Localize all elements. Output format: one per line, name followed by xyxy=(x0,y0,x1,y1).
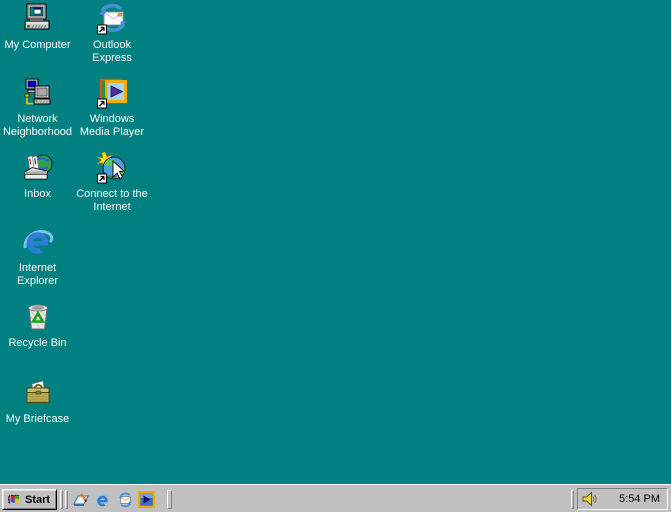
media-player-icon xyxy=(137,491,155,508)
taskbar: Start 5:54 PM xyxy=(0,484,671,512)
show-desktop-icon xyxy=(73,492,89,506)
icon-label: Connect to the Internet xyxy=(76,188,148,213)
volume-icon[interactable] xyxy=(581,491,597,507)
desktop-icon-internet-explorer[interactable]: Internet Explorer xyxy=(0,226,75,288)
toolbar-drag-handle[interactable] xyxy=(167,490,172,509)
toolbar-drag-handle[interactable] xyxy=(571,490,574,509)
outlook-express-icon xyxy=(97,3,127,35)
desktop: My Computer Network Neighborhood Inbox I… xyxy=(0,0,671,512)
icon-label: Outlook Express xyxy=(92,39,132,64)
quicklaunch-media-player-button[interactable] xyxy=(137,491,155,508)
desktop-icon-network-neighborhood[interactable]: Network Neighborhood xyxy=(0,77,75,139)
desktop-icon-inbox[interactable]: Inbox xyxy=(0,152,75,201)
briefcase-icon xyxy=(26,380,49,403)
system-tray: 5:54 PM xyxy=(577,488,668,510)
connect-internet-icon xyxy=(96,152,126,184)
taskbar-clock[interactable]: 5:54 PM xyxy=(619,493,660,505)
toolbar-drag-handle[interactable] xyxy=(65,490,68,509)
windows-flag-icon xyxy=(8,494,20,504)
quicklaunch-outlook-express-button[interactable] xyxy=(116,491,134,508)
desktop-icon-connect-to-the-internet[interactable]: Connect to the Internet xyxy=(72,152,152,214)
icon-label: Windows Media Player xyxy=(79,113,145,138)
desktop-icon-my-briefcase[interactable]: My Briefcase xyxy=(0,377,75,426)
inbox-icon xyxy=(24,154,52,180)
desktop-icon-windows-media-player[interactable]: Windows Media Player xyxy=(72,77,152,139)
outlook-express-icon xyxy=(118,492,132,507)
quicklaunch-show-desktop-button[interactable] xyxy=(72,491,90,508)
internet-explorer-icon xyxy=(23,230,53,254)
recycle-bin-icon xyxy=(27,304,48,330)
desktop-icon-my-computer[interactable]: My Computer xyxy=(0,3,75,52)
desktop-icon-outlook-express[interactable]: Outlook Express xyxy=(72,3,152,65)
internet-explorer-icon xyxy=(95,493,109,506)
icon-label: Internet Explorer xyxy=(17,262,58,287)
desktop-icon-recycle-bin[interactable]: Recycle Bin xyxy=(0,301,75,350)
toolbar-drag-handle[interactable] xyxy=(60,490,63,509)
media-player-icon xyxy=(97,78,127,109)
quicklaunch-internet-explorer-button[interactable] xyxy=(94,491,112,508)
start-button[interactable]: Start xyxy=(2,489,57,510)
network-neighborhood-icon xyxy=(24,78,50,105)
start-button-label: Start xyxy=(25,493,51,506)
icon-label: My Briefcase xyxy=(5,413,70,425)
icon-label: Inbox xyxy=(24,188,51,200)
icon-label: My Computer xyxy=(4,39,71,51)
icon-label: Recycle Bin xyxy=(8,337,67,349)
icon-label: Network Neighborhood xyxy=(2,113,73,138)
my-computer-icon xyxy=(24,3,49,30)
